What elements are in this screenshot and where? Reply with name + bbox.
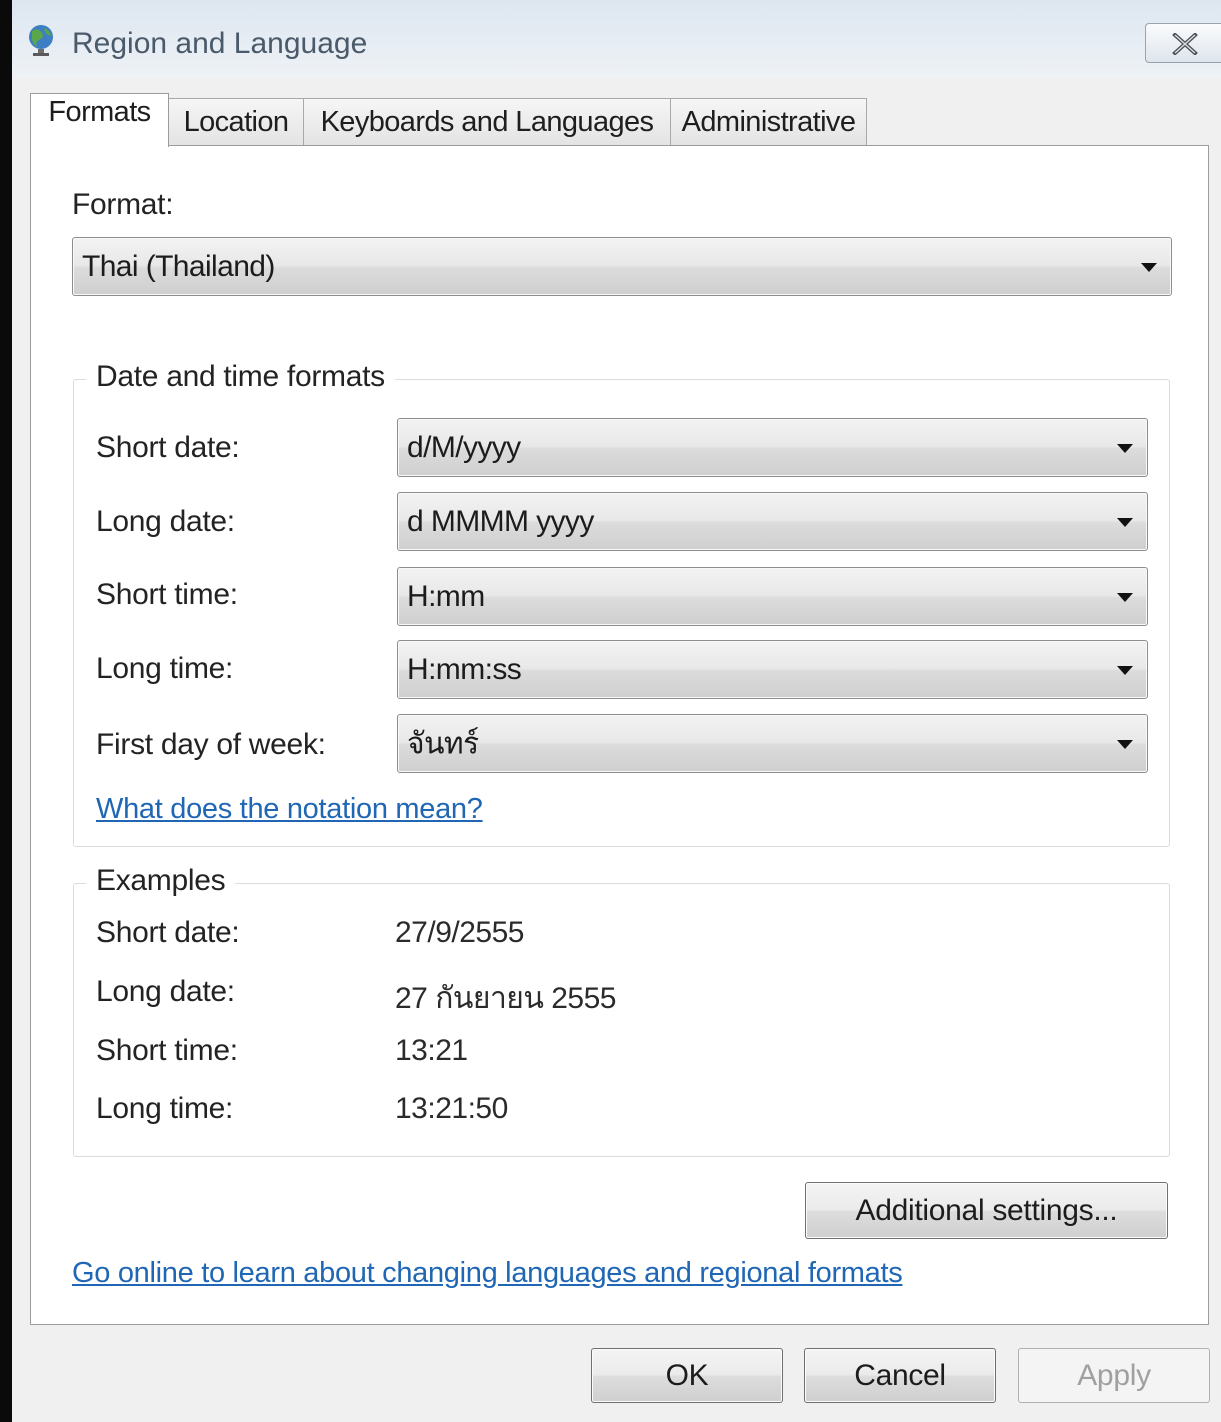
button-label: Additional settings... [855,1193,1118,1227]
online-help-link[interactable]: Go online to learn about changing langua… [72,1257,903,1290]
example-long-time-value: 13:21:50 [395,1092,508,1125]
example-short-time-value: 13:21 [395,1034,468,1067]
format-label: Format: [72,188,174,221]
button-label: OK [665,1358,709,1392]
ok-button[interactable]: OK [591,1348,783,1403]
tab-label: Administrative [681,106,856,138]
format-select-value: Thai (Thailand) [82,249,275,283]
tab-location[interactable]: Location [168,98,304,146]
chevron-down-icon [1117,739,1133,749]
apply-button[interactable]: Apply [1018,1348,1210,1403]
cancel-button[interactable]: Cancel [804,1348,996,1403]
chevron-down-icon [1117,443,1133,453]
example-long-date-label: Long date: [96,975,235,1008]
long-time-label: Long time: [96,652,234,685]
close-button[interactable] [1145,23,1221,63]
chevron-down-icon [1141,262,1157,272]
example-short-date-label: Short date: [96,916,240,949]
button-label: Apply [1077,1358,1151,1392]
long-date-value: d MMMM yyyy [407,504,594,538]
globe-icon [24,20,60,58]
tab-formats[interactable]: Formats [30,93,169,147]
tab-label: Formats [48,96,151,128]
tab-administrative[interactable]: Administrative [670,98,867,146]
region-language-dialog: Region and Language Formats Location Key… [12,0,1221,1422]
first-day-of-week-value: จันทร์ [407,727,479,760]
long-date-select[interactable]: d MMMM yyyy [397,492,1148,551]
title-bar: Region and Language [12,0,1221,86]
chevron-down-icon [1117,517,1133,527]
example-long-time-label: Long time: [96,1092,234,1125]
long-time-select[interactable]: H:mm:ss [397,640,1148,699]
first-day-of-week-label: First day of week: [96,728,326,761]
format-select[interactable]: Thai (Thailand) [72,237,1172,296]
short-date-value: d/M/yyyy [407,430,521,464]
first-day-of-week-select[interactable]: จันทร์ [397,714,1148,773]
formats-tab-panel: Format: Thai (Thailand) Date and time fo… [30,145,1209,1325]
short-date-select[interactable]: d/M/yyyy [397,418,1148,477]
group-legend: Examples [86,864,236,898]
close-icon [1172,33,1198,55]
example-short-time-label: Short time: [96,1034,238,1067]
long-date-label: Long date: [96,505,235,538]
chevron-down-icon [1117,665,1133,675]
example-short-date-value: 27/9/2555 [395,916,524,949]
long-time-value: H:mm:ss [407,652,522,686]
tab-label: Keyboards and Languages [320,106,654,138]
short-time-select[interactable]: H:mm [397,567,1148,626]
tab-label: Location [183,106,289,138]
chevron-down-icon [1117,592,1133,602]
window-title: Region and Language [72,27,368,60]
notation-help-link[interactable]: What does the notation mean? [96,793,483,826]
example-long-date-value: 27 กันยายน 2555 [395,982,616,1015]
additional-settings-button[interactable]: Additional settings... [805,1182,1168,1239]
short-date-label: Short date: [96,431,240,464]
short-time-value: H:mm [407,579,485,613]
button-label: Cancel [854,1358,946,1392]
short-time-label: Short time: [96,578,238,611]
tab-keyboards-and-languages[interactable]: Keyboards and Languages [303,98,671,146]
group-legend: Date and time formats [86,360,395,394]
